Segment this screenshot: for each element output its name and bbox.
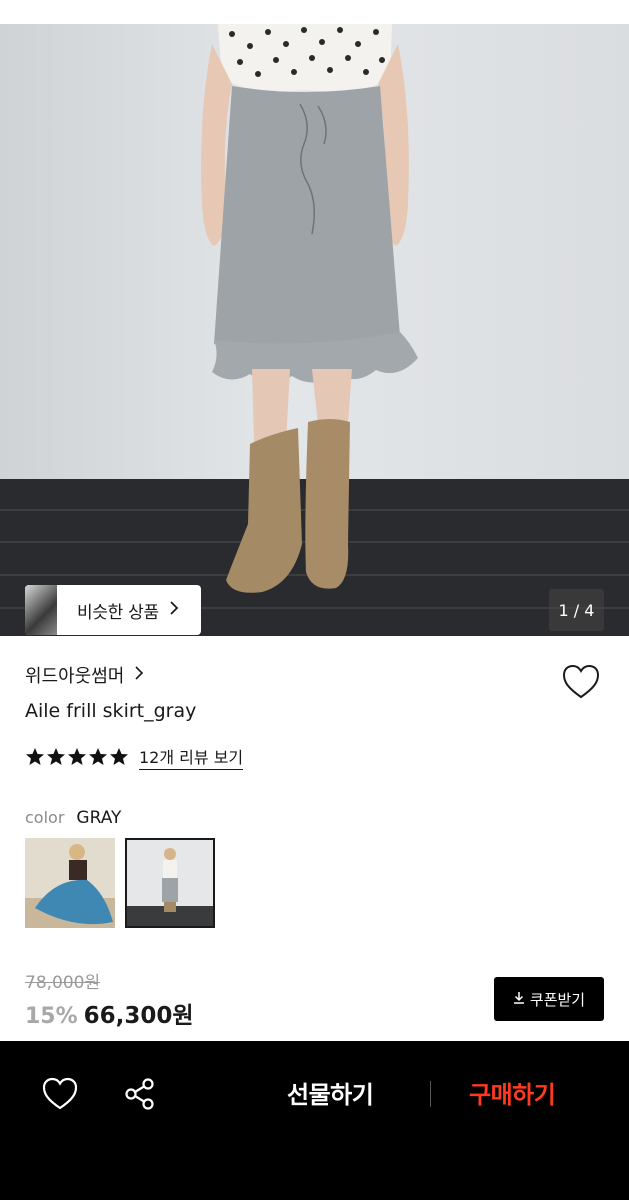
image-page-indicator: 1 / 4 [549,589,604,631]
sale-price: 66,300원 [83,1003,194,1029]
discount-rate: 15% [25,1004,78,1029]
star-icon [26,748,44,765]
share-icon[interactable] [124,1077,156,1111]
product-photo [201,24,418,593]
rating-stars [25,747,130,767]
similar-products-button[interactable]: 비슷한 상품 [25,585,201,635]
brand-link[interactable]: 위드아웃썸머 [25,662,144,688]
review-link[interactable]: 12개 리뷰 보기 [139,744,244,770]
color-option-thumbnail-selected[interactable] [125,838,215,928]
coupon-button[interactable]: 쿠폰받기 [494,977,604,1021]
star-icon [47,748,65,765]
color-option-thumbnail[interactable] [25,838,115,928]
star-icon [110,748,128,765]
color-value: GRAY [76,808,122,828]
star-icon [68,748,86,765]
bottom-action-bar: 선물하기 구매하기 [0,1041,629,1200]
rating-row: 12개 리뷰 보기 [25,744,244,770]
heart-icon[interactable] [562,664,600,700]
top-strip [0,0,629,24]
brand-name: 위드아웃썸머 [25,666,125,687]
color-row: color GRAY [25,808,121,828]
gift-button[interactable]: 선물하기 [287,1075,374,1110]
buy-button[interactable]: 구매하기 [469,1075,556,1110]
original-price: 78,000원 [25,973,101,993]
action-divider [430,1081,431,1107]
color-label: color [25,808,65,827]
coupon-label: 쿠폰받기 [529,990,586,1009]
chevron-right-icon [169,600,179,620]
chevron-right-icon [134,665,144,686]
similar-thumbnail [25,585,57,635]
download-icon [513,991,525,1008]
price-row: 15% 66,300원 [25,996,194,1030]
product-name: Aile frill skirt_gray [25,700,197,722]
product-image-gallery[interactable]: 비슷한 상품 1 / 4 [0,24,629,636]
star-icon [89,748,107,765]
similar-products-label: 비슷한 상품 [77,602,159,623]
heart-icon[interactable] [42,1077,78,1111]
